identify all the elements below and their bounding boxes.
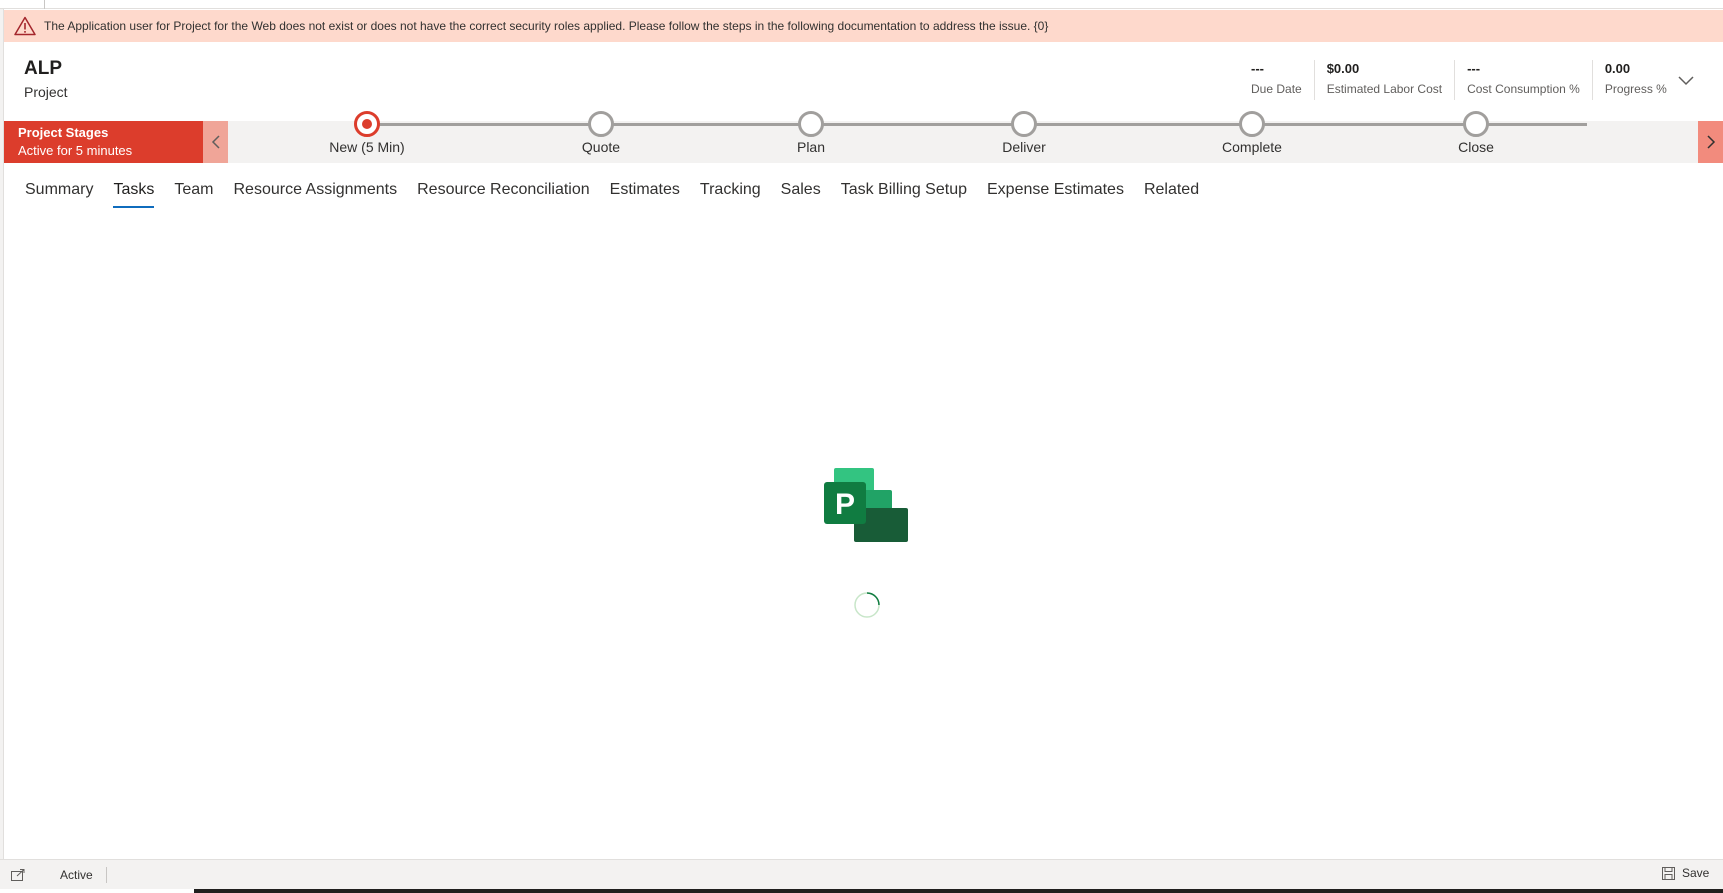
stage-dot (1239, 111, 1265, 137)
save-label: Save (1682, 866, 1710, 880)
kpi-label: Cost Consumption % (1467, 82, 1580, 96)
stage-track: New (5 Min) Quote Plan Deliver Complete … (329, 111, 1587, 155)
chevron-left-icon (211, 135, 220, 149)
stage-dot (588, 111, 614, 137)
stage-dot (1011, 111, 1037, 137)
kpi-label: Progress % (1604, 82, 1667, 96)
warning-icon (14, 16, 36, 36)
stage-label: Complete (1222, 139, 1282, 155)
tab-tracking[interactable]: Tracking (700, 172, 761, 208)
previous-stage-button[interactable] (203, 121, 228, 163)
open-in-new-window-icon[interactable] (11, 869, 25, 881)
chevron-right-icon (1706, 135, 1715, 149)
process-active-time: Active for 5 minutes (18, 143, 133, 158)
chevron-down-icon[interactable] (1676, 72, 1696, 88)
stage-quote[interactable]: Quote (521, 111, 681, 155)
record-header: ALP Project --- Due Date $0.00 Estimated… (4, 42, 1723, 120)
tab-tasks[interactable]: Tasks (113, 172, 154, 208)
stage-close[interactable]: Close (1396, 111, 1556, 155)
process-name: Project Stages (18, 125, 109, 140)
stage-label: Close (1458, 139, 1494, 155)
stage-label: Quote (581, 139, 621, 155)
top-strip (0, 0, 1723, 9)
project-logo-icon: P (824, 468, 908, 542)
tab-resource-reconciliation[interactable]: Resource Reconciliation (417, 172, 590, 208)
kpi-cost-consumption[interactable]: --- Cost Consumption % (1454, 60, 1592, 100)
tasks-content-area: P (4, 210, 1723, 860)
status-divider (106, 867, 107, 883)
svg-text:P: P (835, 488, 855, 521)
process-stage-box[interactable]: Project Stages Active for 5 minutes (4, 121, 203, 163)
stage-dot-active (354, 111, 380, 137)
stage-new[interactable]: New (5 Min) (287, 111, 447, 155)
kpi-value: --- (1467, 61, 1481, 76)
tab-expense-estimates[interactable]: Expense Estimates (987, 172, 1124, 208)
tab-task-billing-setup[interactable]: Task Billing Setup (841, 172, 967, 208)
stage-label: Deliver (1002, 139, 1046, 155)
error-banner: The Application user for Project for the… (4, 10, 1723, 42)
save-button[interactable]: Save (1662, 866, 1709, 880)
kpi-value: 0.00 (1604, 61, 1631, 76)
stage-dot (798, 111, 824, 137)
save-icon (1662, 866, 1675, 880)
stage-complete[interactable]: Complete (1172, 111, 1332, 155)
top-strip-divider (44, 0, 45, 9)
kpi-label: Due Date (1251, 82, 1302, 96)
stage-label: Plan (796, 139, 826, 155)
stage-deliver[interactable]: Deliver (944, 111, 1104, 155)
stage-dot (1463, 111, 1489, 137)
kpi-progress[interactable]: 0.00 Progress % (1591, 60, 1679, 100)
record-entity-name: Project (24, 84, 68, 100)
banner-message: The Application user for Project for the… (44, 19, 1049, 33)
form-tabs: Summary Tasks Team Resource Assignments … (4, 172, 1723, 208)
taskbar-edge (194, 889, 1723, 893)
loading-spinner-icon (854, 592, 880, 618)
stage-label: New (5 Min) (329, 139, 405, 155)
record-status: Active (60, 868, 93, 882)
kpi-value: --- (1251, 61, 1264, 76)
kpi-value: $0.00 (1326, 61, 1360, 76)
kpi-label: Estimated Labor Cost (1326, 82, 1443, 96)
business-process-flow: Project Stages Active for 5 minutes New … (4, 111, 1723, 163)
tab-estimates[interactable]: Estimates (610, 172, 680, 208)
stage-plan[interactable]: Plan (731, 111, 891, 155)
kpi-estimated-labor-cost[interactable]: $0.00 Estimated Labor Cost (1313, 60, 1454, 100)
tab-team[interactable]: Team (174, 172, 213, 208)
header-fields: --- Due Date $0.00 Estimated Labor Cost … (1239, 60, 1679, 100)
record-title: ALP (24, 58, 62, 79)
tab-summary[interactable]: Summary (25, 172, 93, 208)
kpi-due-date[interactable]: --- Due Date (1239, 60, 1314, 100)
tab-related[interactable]: Related (1144, 172, 1199, 208)
tab-resource-assignments[interactable]: Resource Assignments (233, 172, 397, 208)
next-stage-button[interactable] (1698, 121, 1723, 163)
form-status-bar: Active Save (0, 859, 1723, 889)
tab-sales[interactable]: Sales (781, 172, 821, 208)
